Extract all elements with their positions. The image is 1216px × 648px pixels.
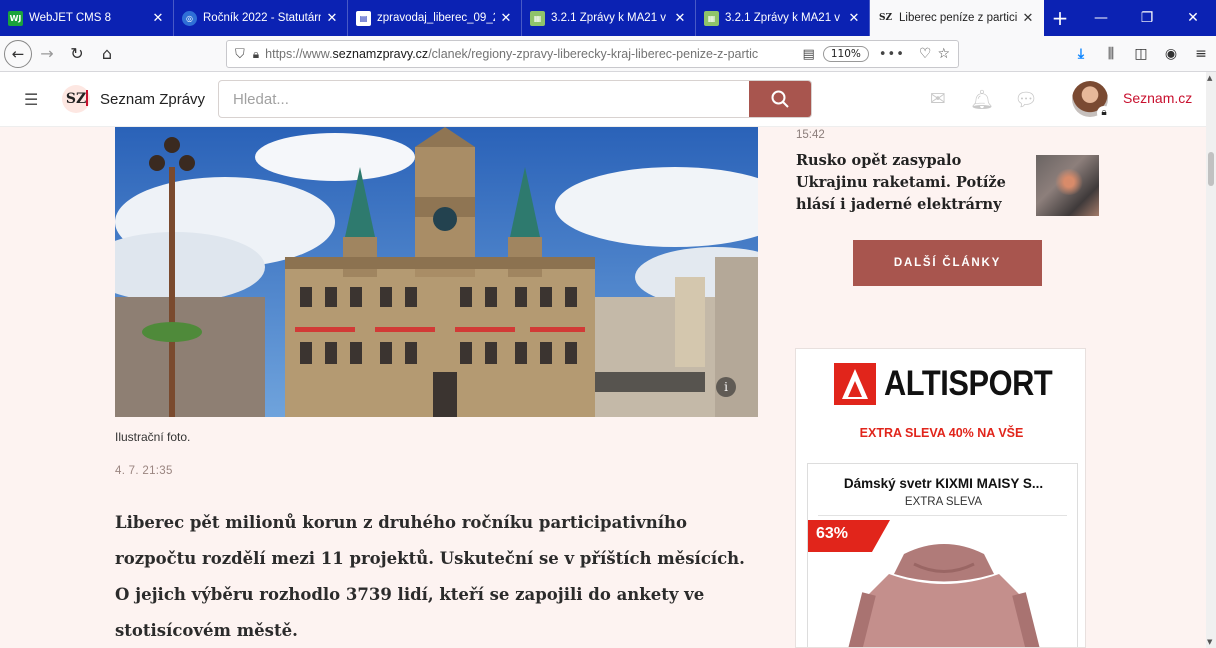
restore-icon[interactable]: ❐ <box>1124 0 1170 36</box>
site-logo[interactable]: SZ <box>62 85 90 113</box>
globe-icon: ◎ <box>182 10 197 26</box>
reader-view-icon[interactable]: ▤ <box>803 47 815 62</box>
url-text[interactable]: https://www.seznamzpravy.cz/clanek/regio… <box>265 47 794 61</box>
ad-logo: ALTISPORT <box>834 363 1075 405</box>
ad-discount-text: EXTRA SLEVA 40% NA VŠE <box>859 426 1024 440</box>
doc-icon: ▤ <box>356 10 371 26</box>
home-icon[interactable]: ⌂ <box>92 39 122 69</box>
lock-icon[interactable]: 🔒︎ <box>253 47 259 62</box>
scroll-down-icon[interactable]: ▼ <box>1207 638 1212 646</box>
logo-mark: SZ <box>65 91 87 107</box>
sidebar-article-thumbnail[interactable] <box>1036 155 1099 216</box>
ad-product-title: Dámský svetr KIXMI MAISY S... <box>843 476 1044 491</box>
seznam-link[interactable]: Seznam.cz <box>1123 90 1192 106</box>
sz-icon: SZ <box>878 13 893 23</box>
search-icon <box>771 90 789 108</box>
address-bar[interactable]: ⛉ 🔒︎ https://www.seznamzpravy.cz/clanek/… <box>226 40 959 68</box>
sidebar-article-headline[interactable]: Rusko opět zasypalo Ukrajinu raketami. P… <box>796 150 1024 216</box>
ad-divider <box>818 515 1067 516</box>
tab-title: zpravodaj_liberec_09_22 <box>377 12 495 24</box>
tab-title: Liberec peníze z participa <box>899 12 1017 24</box>
close-tab-icon[interactable]: ✕ <box>325 11 339 26</box>
ad-product-card[interactable]: Dámský svetr KIXMI MAISY S... EXTRA SLEV… <box>807 463 1078 647</box>
window-controls: — ❐ ✕ <box>1078 0 1216 36</box>
page-scrollbar[interactable]: ▲ ▼ <box>1206 72 1216 648</box>
site-brand-name[interactable]: Seznam Zprávy <box>100 91 205 108</box>
close-tab-icon[interactable]: ✕ <box>1021 11 1035 26</box>
reload-icon[interactable]: ↻ <box>62 39 92 69</box>
ad-brand-name: ALTISPORT <box>884 364 1053 403</box>
altisport-ad[interactable]: ALTISPORT EXTRA SLEVA 40% NA VŠE Dámský … <box>795 348 1086 648</box>
close-tab-icon[interactable]: ✕ <box>151 11 165 26</box>
scroll-up-icon[interactable]: ▲ <box>1207 74 1212 82</box>
sidebar-icon[interactable]: ◫ <box>1126 46 1156 62</box>
close-tab-icon[interactable]: ✕ <box>673 11 687 26</box>
tab-title: Ročník 2022 - Statutární <box>203 12 321 24</box>
page-actions-icon[interactable]: ••• <box>879 47 905 62</box>
sidebar-article-time: 15:42 <box>796 129 825 141</box>
new-tab-icon[interactable]: + <box>1044 0 1076 36</box>
ad-product-subtitle: EXTRA SLEVA <box>904 496 983 508</box>
hamburger-menu-icon[interactable]: ☰ <box>24 90 42 109</box>
browser-tab-active[interactable]: SZ Liberec peníze z participa ✕ <box>870 0 1044 36</box>
sheet-icon: ▦ <box>704 10 719 26</box>
article-photo[interactable]: i <box>115 127 758 417</box>
account-icon[interactable]: ◉ <box>1156 46 1186 62</box>
site-header: ☰ SZ Seznam Zprávy ✉ 🔔︎ 💬︎ 🔒︎ Seznam.cz <box>0 72 1206 127</box>
download-icon[interactable]: ⤓ <box>1066 46 1096 62</box>
avatar[interactable]: 🔒︎ <box>1072 81 1111 120</box>
header-icons: ✉ 🔔︎ 💬︎ <box>925 86 1039 112</box>
article-perex: Liberec pět milionů korun z druhého ročn… <box>115 513 745 640</box>
close-tab-icon[interactable]: ✕ <box>499 11 513 26</box>
town-hall-image <box>115 127 758 417</box>
photo-caption: Ilustrační foto. <box>115 430 191 444</box>
search-button[interactable] <box>749 81 811 117</box>
back-icon[interactable]: ← <box>4 39 32 68</box>
sheet-icon: ▦ <box>530 10 545 26</box>
altisport-logo-icon <box>834 363 876 405</box>
browser-tab[interactable]: ◎ Ročník 2022 - Statutární ✕ <box>174 0 348 36</box>
tab-title: WebJET CMS 8 <box>29 12 112 24</box>
pocket-icon[interactable]: ♡ <box>919 46 932 62</box>
sweater-image <box>848 544 1040 647</box>
toolbar-right: ⤓ ⫼ ◫ ◉ ≡ <box>1066 36 1216 72</box>
scrollbar-thumb[interactable] <box>1208 152 1214 186</box>
url-prefix: https://www. <box>265 47 333 61</box>
minimize-icon[interactable]: — <box>1078 0 1124 36</box>
zoom-indicator[interactable]: 110% <box>822 46 869 62</box>
search-box <box>218 80 812 118</box>
browser-tab[interactable]: ▤ zpravodaj_liberec_09_22 ✕ <box>348 0 522 36</box>
menu-icon[interactable]: ≡ <box>1186 46 1216 62</box>
url-domain: seznamzpravy.cz <box>332 47 429 61</box>
tab-title: 3.2.1 Zprávy k MA21 v m <box>551 12 669 24</box>
url-path: /clanek/regiony-zpravy-liberecky-kraj-li… <box>428 47 759 61</box>
mail-icon[interactable]: ✉ <box>925 86 951 112</box>
search-input[interactable] <box>219 81 749 117</box>
article-date: 4. 7. 21:35 <box>115 465 173 477</box>
close-tab-icon[interactable]: ✕ <box>847 11 861 26</box>
bell-icon[interactable]: 🔔︎ <box>969 86 995 112</box>
webjet-icon: WJ <box>8 10 23 26</box>
chat-icon[interactable]: 💬︎ <box>1013 86 1039 112</box>
library-icon[interactable]: ⫼ <box>1096 46 1126 62</box>
more-articles-button[interactable]: DALŠÍ ČLÁNKY <box>853 240 1042 286</box>
browser-tab-strip: WJ WebJET CMS 8 ✕ ◎ Ročník 2022 - Statut… <box>0 0 1216 36</box>
lock-badge-icon: 🔒︎ <box>1097 106 1111 120</box>
navigation-toolbar: ← → ↻ ⌂ ⛉ 🔒︎ https://www.seznamzpravy.cz… <box>0 36 1216 72</box>
photo-info-icon[interactable]: i <box>716 377 736 397</box>
tab-title: 3.2.1 Zprávy k MA21 v m <box>725 12 843 24</box>
browser-tab[interactable]: ▦ 3.2.1 Zprávy k MA21 v m ✕ <box>522 0 696 36</box>
close-window-icon[interactable]: ✕ <box>1170 0 1216 36</box>
shield-icon[interactable]: ⛉ <box>235 47 245 62</box>
browser-tab[interactable]: ▦ 3.2.1 Zprávy k MA21 v m ✕ <box>696 0 870 36</box>
forward-icon[interactable]: → <box>32 39 62 69</box>
bookmark-star-icon[interactable]: ☆ <box>937 46 950 62</box>
browser-tab[interactable]: WJ WebJET CMS 8 ✕ <box>0 0 174 36</box>
